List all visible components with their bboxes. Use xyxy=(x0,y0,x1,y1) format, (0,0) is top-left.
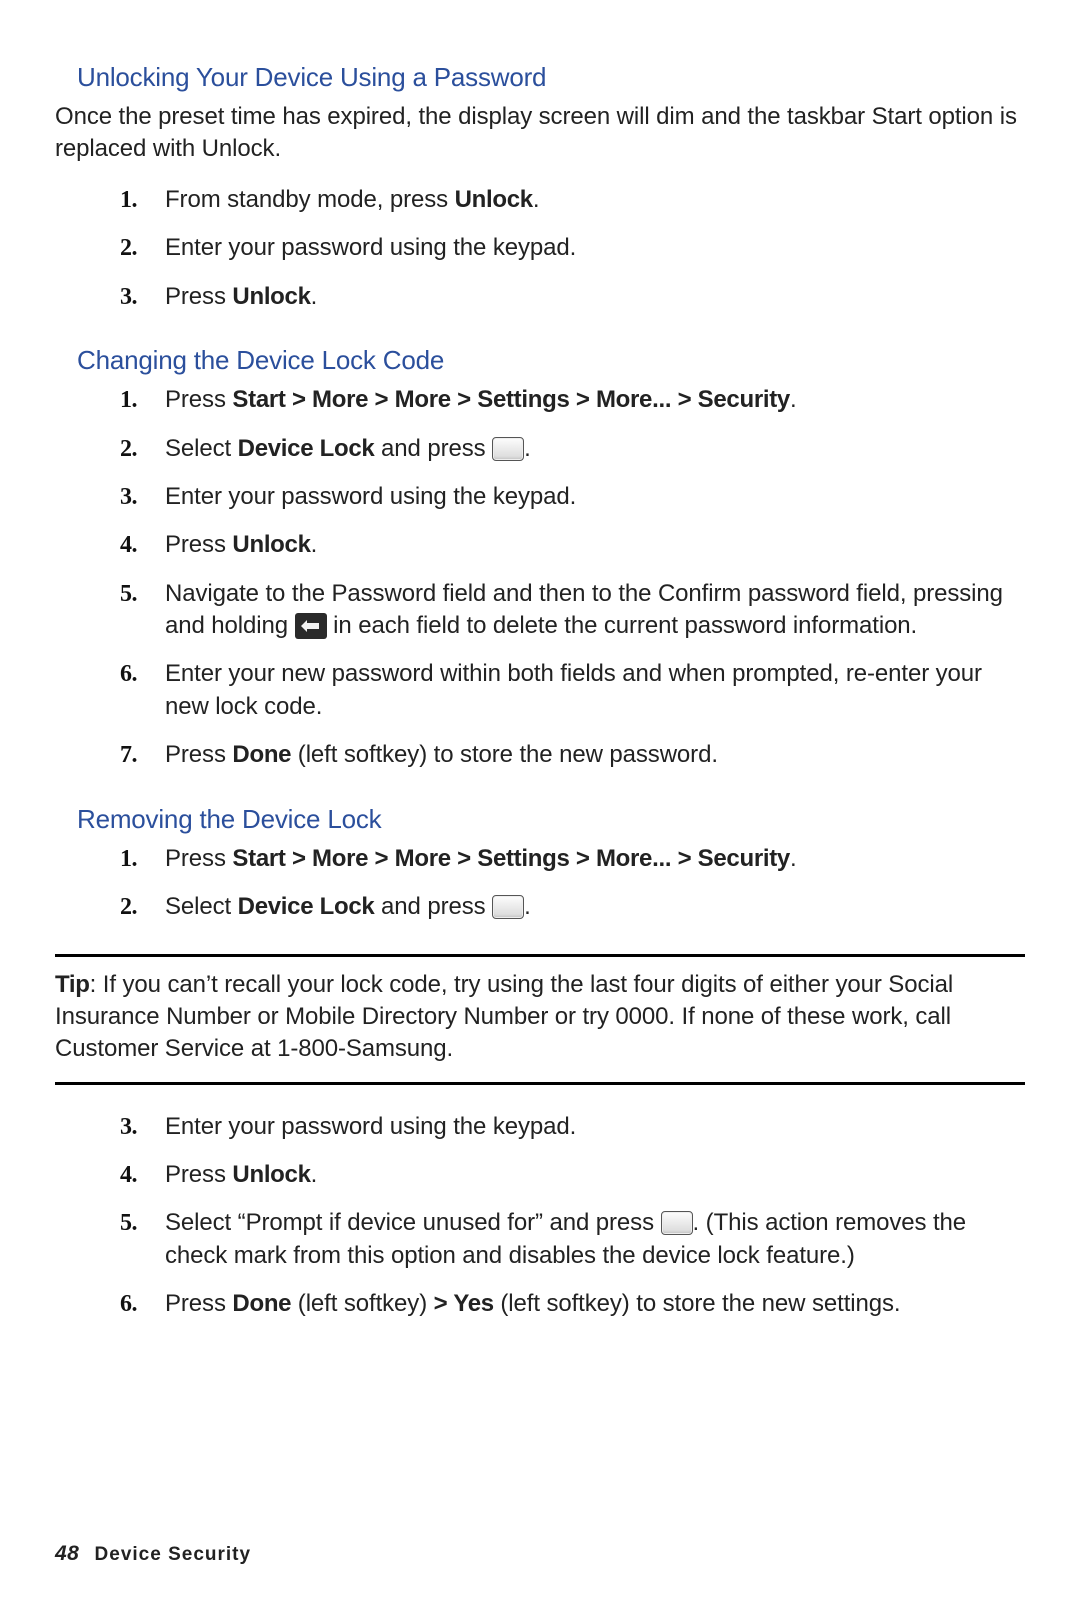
intro-paragraph: Once the preset time has expired, the di… xyxy=(55,101,1025,166)
step: 3. Enter your password using the keypad. xyxy=(165,481,1025,529)
step-number: 1. xyxy=(120,184,137,216)
step-number: 2. xyxy=(120,232,137,264)
step-text: Enter your new password within both fiel… xyxy=(165,660,982,719)
step-text: Press xyxy=(165,1290,232,1317)
step: 2. Select Device Lock and press . xyxy=(165,433,1025,481)
step-text: . xyxy=(524,893,531,920)
step-text: Press xyxy=(165,741,232,768)
nav-path: Start > More > More > Settings > More...… xyxy=(232,386,790,413)
step-text: (left softkey) to store the new settings… xyxy=(494,1290,901,1317)
tip-callout: Tip: If you can’t recall your lock code,… xyxy=(55,954,1025,1085)
step-text: Press xyxy=(165,386,232,413)
heading-removing-lock: Removing the Device Lock xyxy=(77,802,1025,837)
step-text: Enter your password using the keypad. xyxy=(165,234,576,261)
step-number: 3. xyxy=(120,1111,137,1143)
ok-button-icon xyxy=(492,437,524,461)
step-text: Select xyxy=(165,893,238,920)
unlock-label: Unlock xyxy=(232,531,310,558)
step-text: Press xyxy=(165,1161,232,1188)
step-text: . xyxy=(790,845,797,872)
step-number: 3. xyxy=(120,281,137,313)
step-text: . xyxy=(790,386,797,413)
step-text: . xyxy=(533,186,540,213)
step: 6. Press Done (left softkey) > Yes (left… xyxy=(165,1288,1025,1336)
done-label: Done xyxy=(232,741,291,768)
page-footer: 48 Device Security xyxy=(55,1540,251,1568)
step-text: Press xyxy=(165,283,232,310)
step-text: Press xyxy=(165,531,232,558)
ok-button-icon xyxy=(661,1211,693,1235)
unlock-label: Unlock xyxy=(232,283,310,310)
nav-path: Start > More > More > Settings > More...… xyxy=(232,845,790,872)
steps-unlocking: 1. From standby mode, press Unlock. 2. E… xyxy=(55,184,1025,329)
page-number: 48 xyxy=(55,1542,79,1565)
tip-label: Tip xyxy=(55,971,90,998)
step: 3. Enter your password using the keypad. xyxy=(165,1111,1025,1159)
back-delete-icon xyxy=(295,613,327,639)
steps-changing-code: 1. Press Start > More > More > Settings … xyxy=(55,384,1025,788)
step-text: Select xyxy=(165,435,238,462)
heading-unlocking: Unlocking Your Device Using a Password xyxy=(77,60,1025,95)
step-text: (left softkey) to store the new password… xyxy=(291,741,718,768)
step-number: 4. xyxy=(120,529,137,561)
step-number: 4. xyxy=(120,1159,137,1191)
section-title: Device Security xyxy=(95,1544,252,1565)
step: 5. Select “Prompt if device unused for” … xyxy=(165,1207,1025,1288)
unlock-label: Unlock xyxy=(455,186,533,213)
step-number: 3. xyxy=(120,481,137,513)
step: 5. Navigate to the Password field and th… xyxy=(165,578,1025,659)
step-number: 1. xyxy=(120,384,137,416)
manual-page: Unlocking Your Device Using a Password O… xyxy=(0,0,1080,1620)
step-text: Enter your password using the keypad. xyxy=(165,483,576,510)
step: 1. Press Start > More > More > Settings … xyxy=(165,384,1025,432)
step-text: Press xyxy=(165,845,232,872)
step: 7. Press Done (left softkey) to store th… xyxy=(165,739,1025,787)
step-number: 1. xyxy=(120,843,137,875)
step-text: and press xyxy=(374,435,492,462)
step-text: and press xyxy=(374,893,492,920)
ok-button-icon xyxy=(492,895,524,919)
done-label: Done xyxy=(232,1290,291,1317)
device-lock-label: Device Lock xyxy=(238,435,375,462)
step-text: (left softkey) xyxy=(291,1290,433,1317)
step: 2. Enter your password using the keypad. xyxy=(165,232,1025,280)
step-text: . xyxy=(311,283,318,310)
step-text: From standby mode, press xyxy=(165,186,455,213)
step-number: 5. xyxy=(120,1207,137,1239)
step-text: . xyxy=(311,531,318,558)
step: 1. Press Start > More > More > Settings … xyxy=(165,843,1025,891)
step: 1. From standby mode, press Unlock. xyxy=(165,184,1025,232)
step: 3. Press Unlock. xyxy=(165,281,1025,329)
steps-removing-lock-b: 3. Enter your password using the keypad.… xyxy=(55,1111,1025,1337)
step: 4. Press Unlock. xyxy=(165,1159,1025,1207)
step: 2. Select Device Lock and press . xyxy=(165,891,1025,939)
unlock-label: Unlock xyxy=(232,1161,310,1188)
step-number: 5. xyxy=(120,578,137,610)
step-number: 6. xyxy=(120,1288,137,1320)
yes-label: > Yes xyxy=(434,1290,494,1317)
step-number: 7. xyxy=(120,739,137,771)
step-number: 2. xyxy=(120,433,137,465)
tip-text: : If you can’t recall your lock code, tr… xyxy=(55,971,953,1063)
step-number: 6. xyxy=(120,658,137,690)
step-text: Select “Prompt if device unused for” and… xyxy=(165,1209,661,1236)
step: 4. Press Unlock. xyxy=(165,529,1025,577)
step: 6. Enter your new password within both f… xyxy=(165,658,1025,739)
step-text: . xyxy=(524,435,531,462)
steps-removing-lock-a: 1. Press Start > More > More > Settings … xyxy=(55,843,1025,940)
step-text: Enter your password using the keypad. xyxy=(165,1113,576,1140)
device-lock-label: Device Lock xyxy=(238,893,375,920)
heading-changing-code: Changing the Device Lock Code xyxy=(77,343,1025,378)
step-number: 2. xyxy=(120,891,137,923)
step-text: in each field to delete the current pass… xyxy=(327,612,918,639)
step-text: . xyxy=(311,1161,318,1188)
